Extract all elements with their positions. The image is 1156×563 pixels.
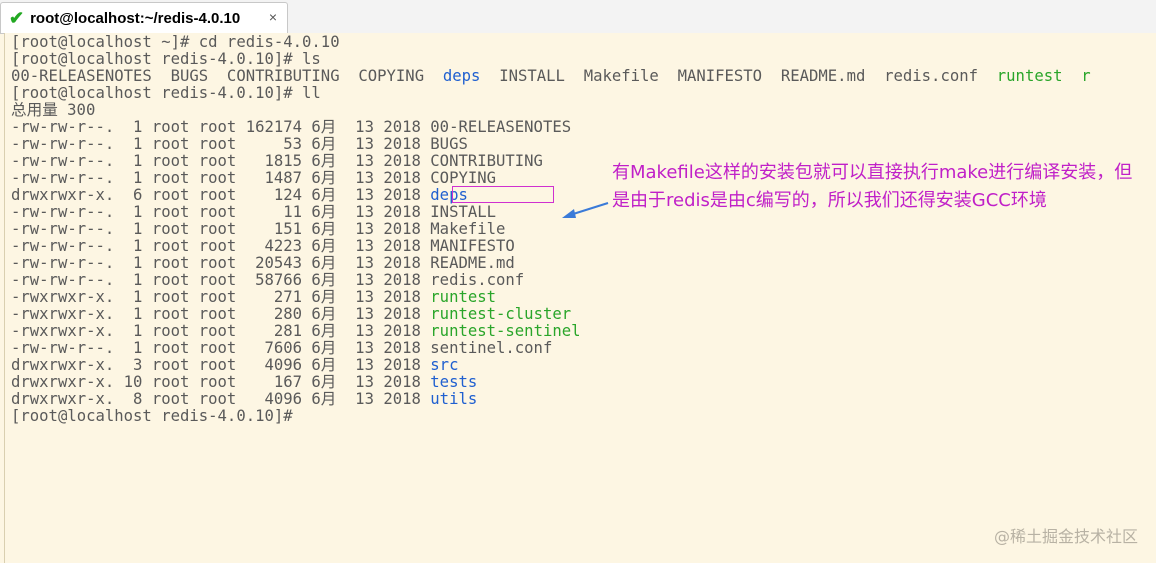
terminal-text-segment: runtest bbox=[996, 67, 1063, 85]
terminal-text-segment: -rw-rw-r--. 1 root root 162174 6月 13 201… bbox=[11, 118, 572, 136]
terminal-text-segment: -rwxrwxr-x. 1 root root 280 6月 13 2018 bbox=[11, 305, 431, 323]
terminal-line: [root@localhost redis-4.0.10]# bbox=[11, 408, 293, 425]
terminal-text-segment: [root@localhost redis-4.0.10]# bbox=[11, 407, 293, 425]
terminal-line: 00-RELEASENOTES BUGS CONTRIBUTING COPYIN… bbox=[11, 68, 1091, 85]
terminal-line: [root@localhost redis-4.0.10]# ls bbox=[11, 51, 321, 68]
terminal-line: -rwxrwxr-x. 1 root root 281 6月 13 2018 r… bbox=[11, 323, 581, 340]
terminal-text-segment: -rw-rw-r--. 1 root root 1815 6月 13 2018 … bbox=[11, 152, 543, 170]
connected-check-icon: ✔ bbox=[9, 8, 25, 28]
terminal-line: -rw-rw-r--. 1 root root 4223 6月 13 2018 … bbox=[11, 238, 515, 255]
terminal-text-segment: -rw-rw-r--. 1 root root 1487 6月 13 2018 … bbox=[11, 169, 497, 187]
annotation-note: 有Makefile这样的安装包就可以直接执行make进行编译安装，但是由于red… bbox=[612, 162, 1133, 211]
terminal-text-segment: -rwxrwxr-x. 1 root root 271 6月 13 2018 bbox=[11, 288, 431, 306]
terminal-text-segment: runtest bbox=[430, 288, 497, 306]
tab-bar: ✔ root@localhost:~/redis-4.0.10 × bbox=[0, 0, 1156, 34]
terminal-text-segment: -rw-rw-r--. 1 root root 20543 6月 13 2018… bbox=[11, 254, 515, 272]
annotation-arrow-icon bbox=[562, 202, 609, 218]
terminal-line: -rwxrwxr-x. 1 root root 271 6月 13 2018 r… bbox=[11, 289, 496, 306]
terminal-text-segment: [root@localhost ~]# cd redis-4.0.10 bbox=[11, 33, 340, 51]
terminal-text-segment: 总用量 300 bbox=[11, 101, 96, 119]
terminal-line: drwxrwxr-x. 6 root root 124 6月 13 2018 d… bbox=[11, 187, 468, 204]
terminal-line: -rw-rw-r--. 1 root root 151 6月 13 2018 M… bbox=[11, 221, 505, 238]
terminal-line: -rw-rw-r--. 1 root root 1487 6月 13 2018 … bbox=[11, 170, 496, 187]
terminal-text-segment: INSTALL Makefile MANIFESTO README.md red… bbox=[480, 67, 997, 85]
terminal-output[interactable]: [root@localhost ~]# cd redis-4.0.10 [root… bbox=[4, 33, 1156, 563]
terminal-text-segment: src bbox=[430, 356, 459, 374]
terminal-text-segment: r bbox=[1062, 67, 1091, 85]
terminal-text-segment: runtest-sentinel bbox=[430, 322, 581, 340]
terminal-line: drwxrwxr-x. 3 root root 4096 6月 13 2018 … bbox=[11, 357, 458, 374]
terminal-text-segment: -rw-rw-r--. 1 root root 151 6月 13 2018 M… bbox=[11, 220, 506, 238]
terminal-line: -rw-rw-r--. 1 root root 7606 6月 13 2018 … bbox=[11, 340, 552, 357]
terminal-line: -rw-rw-r--. 1 root root 58766 6月 13 2018… bbox=[11, 272, 524, 289]
terminal-text-segment: [root@localhost redis-4.0.10]# ls bbox=[11, 50, 321, 68]
terminal-text-segment: -rw-rw-r--. 1 root root 58766 6月 13 2018… bbox=[11, 271, 525, 289]
terminal-line: -rwxrwxr-x. 1 root root 280 6月 13 2018 r… bbox=[11, 306, 571, 323]
terminal-line: -rw-rw-r--. 1 root root 1815 6月 13 2018 … bbox=[11, 153, 543, 170]
terminal-text-segment: drwxrwxr-x. 8 root root 4096 6月 13 2018 bbox=[11, 390, 431, 408]
watermark: @稀土掘金技术社区 bbox=[993, 527, 1138, 546]
terminal-text-segment: utils bbox=[430, 390, 478, 408]
terminal-line: drwxrwxr-x. 10 root root 167 6月 13 2018 … bbox=[11, 374, 477, 391]
terminal-line: -rw-rw-r--. 1 root root 53 6月 13 2018 BU… bbox=[11, 136, 468, 153]
terminal-text-segment: deps bbox=[442, 67, 481, 85]
terminal-text-segment: 00-RELEASENOTES BUGS CONTRIBUTING COPYIN… bbox=[11, 67, 443, 85]
terminal-line: [root@localhost redis-4.0.10]# ll bbox=[11, 85, 321, 102]
terminal-text-segment: runtest-cluster bbox=[430, 305, 572, 323]
terminal-text-segment: -rw-rw-r--. 1 root root 4223 6月 13 2018 … bbox=[11, 237, 515, 255]
terminal-line: drwxrwxr-x. 8 root root 4096 6月 13 2018 … bbox=[11, 391, 477, 408]
close-icon[interactable]: × bbox=[269, 9, 277, 25]
terminal-text-segment: drwxrwxr-x. 3 root root 4096 6月 13 2018 bbox=[11, 356, 431, 374]
terminal-text-segment: -rw-rw-r--. 1 root root 11 6月 13 2018 IN… bbox=[11, 203, 497, 221]
terminal-text-segment: -rw-rw-r--. 1 root root 53 6月 13 2018 BU… bbox=[11, 135, 468, 153]
terminal-text-segment: drwxrwxr-x. 6 root root 124 6月 13 2018 bbox=[11, 186, 431, 204]
session-tab-title: root@localhost:~/redis-4.0.10 bbox=[30, 9, 241, 27]
terminal-text-segment: -rwxrwxr-x. 1 root root 281 6月 13 2018 bbox=[11, 322, 431, 340]
makefile-highlight-box bbox=[452, 186, 554, 203]
session-tab[interactable]: ✔ root@localhost:~/redis-4.0.10 × bbox=[0, 2, 288, 33]
terminal-line: -rw-rw-r--. 1 root root 11 6月 13 2018 IN… bbox=[11, 204, 496, 221]
terminal-line: -rw-rw-r--. 1 root root 162174 6月 13 201… bbox=[11, 119, 571, 136]
terminal-text-segment: -rw-rw-r--. 1 root root 7606 6月 13 2018 … bbox=[11, 339, 553, 357]
terminal-text-segment: [root@localhost redis-4.0.10]# ll bbox=[11, 84, 321, 102]
terminal-line: 总用量 300 bbox=[11, 102, 95, 119]
terminal-line: [root@localhost ~]# cd redis-4.0.10 bbox=[11, 34, 340, 51]
terminal-text-segment: drwxrwxr-x. 10 root root 167 6月 13 2018 bbox=[11, 373, 431, 391]
terminal-text-segment: tests bbox=[430, 373, 478, 391]
terminal-line: -rw-rw-r--. 1 root root 20543 6月 13 2018… bbox=[11, 255, 515, 272]
